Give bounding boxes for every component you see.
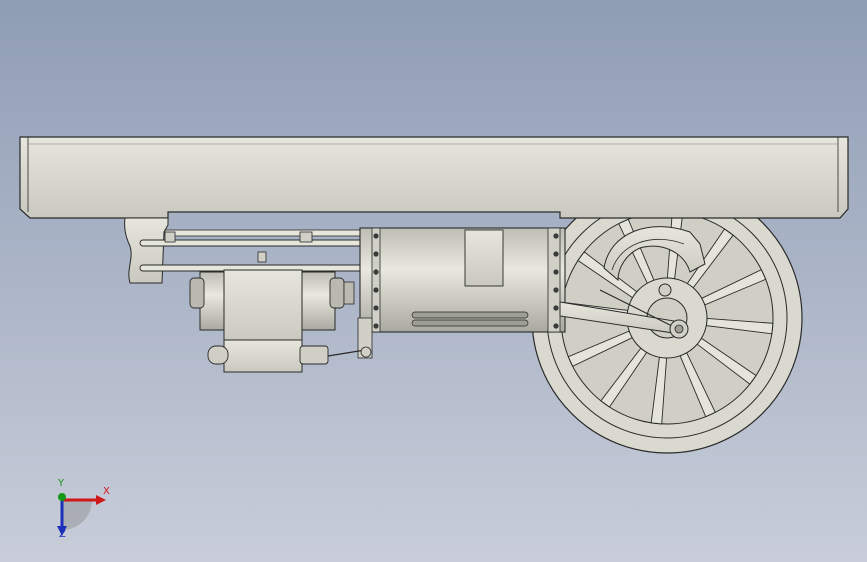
- main-frame-deck[interactable]: [19, 136, 849, 219]
- bolt-head: [373, 251, 379, 257]
- pump-body[interactable]: [189, 269, 355, 373]
- y-axis-label: Y: [58, 478, 65, 489]
- bolt-head: [553, 287, 559, 293]
- cad-graphics-viewport[interactable]: X Y Z: [0, 0, 867, 562]
- bolt-head: [553, 269, 559, 275]
- bolt-head: [373, 305, 379, 311]
- bolt-head: [373, 287, 379, 293]
- bolt-head: [373, 233, 379, 239]
- steam-chassis-model[interactable]: [0, 0, 867, 562]
- left-hanger-bracket: [124, 217, 169, 284]
- bolt-head: [553, 323, 559, 329]
- main-cylinder[interactable]: [359, 227, 566, 333]
- bolt-head: [553, 305, 559, 311]
- x-axis-label: X: [103, 486, 110, 497]
- bolt-head: [553, 251, 559, 257]
- bolt-head: [373, 323, 379, 329]
- z-axis-label: Z: [59, 529, 66, 540]
- bolt-head: [553, 233, 559, 239]
- bolt-head: [373, 269, 379, 275]
